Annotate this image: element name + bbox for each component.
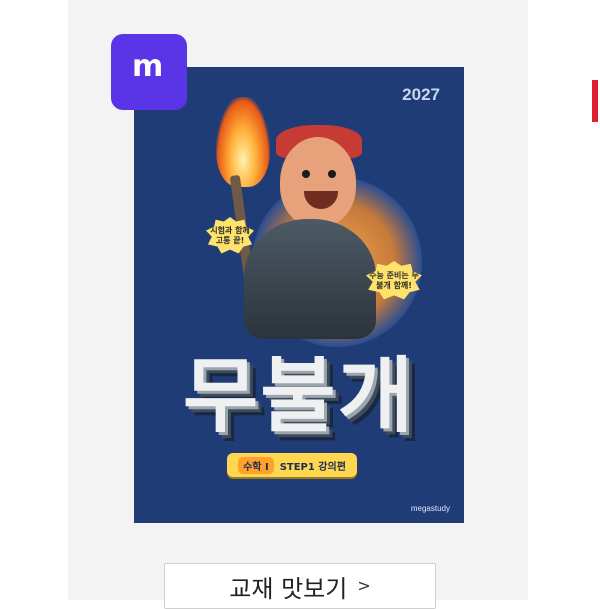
- app-icon-letter: m: [132, 49, 164, 84]
- megastudy-app-icon[interactable]: m: [111, 34, 187, 110]
- textbook-preview-button[interactable]: 교재 맛보기 >: [164, 563, 436, 609]
- right-gutter: [528, 0, 600, 600]
- character-armor: [244, 219, 376, 339]
- red-side-marker: [592, 80, 598, 122]
- torch-flame-icon: [216, 97, 270, 187]
- book-cover: 2027 시험과 함께 고통 끝! 수능 준비는 무불개 함께! 무불개 수학 …: [134, 67, 464, 523]
- character-right-eye: [328, 170, 336, 178]
- book-year: 2027: [402, 85, 440, 104]
- character-left-eye: [302, 170, 310, 178]
- speech-bubble-left-text: 시험과 함께 고통 끝!: [210, 226, 250, 245]
- book-title: 무불개: [182, 349, 416, 444]
- chevron-right-icon: >: [357, 575, 371, 595]
- publisher-logo-text: megastudy: [410, 504, 450, 513]
- subject-pill: 수학 I STEP1 강의편: [227, 453, 357, 477]
- character-face: [280, 137, 356, 227]
- textbook-preview-label: 교재 맛보기: [229, 574, 348, 603]
- subject-label: 수학 I: [238, 456, 274, 474]
- subject-step: STEP1 강의편: [279, 461, 346, 473]
- speech-bubble-right-text: 수능 준비는 무불개 함께!: [369, 271, 419, 290]
